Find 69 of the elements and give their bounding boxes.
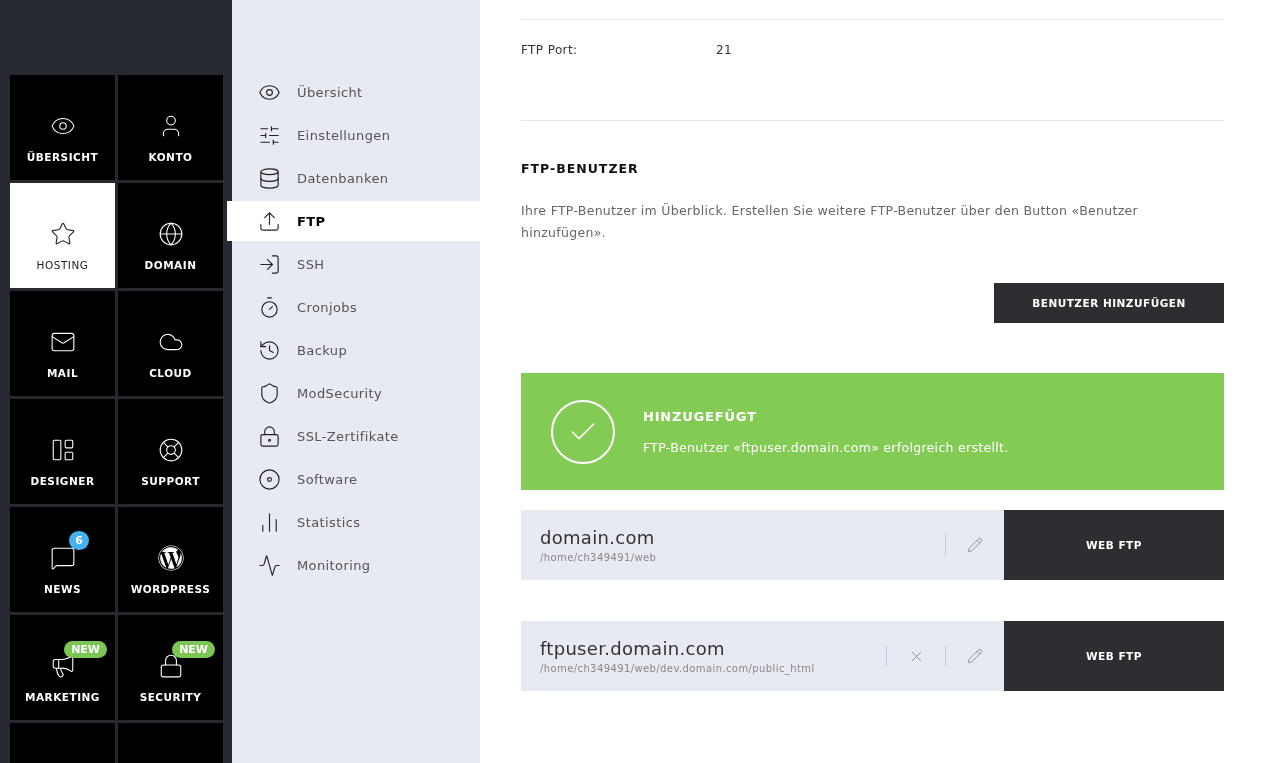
globe-icon: [157, 221, 184, 247]
nav-tile-label: MARKETING: [25, 691, 100, 703]
sub-nav-item[interactable]: Cronjobs: [232, 287, 480, 327]
nav-tile[interactable]: HOSTING: [10, 183, 115, 288]
nav-tile[interactable]: ÜBERSICHT: [10, 75, 115, 180]
sub-nav-item[interactable]: Backup: [232, 330, 480, 370]
wordpress-icon: [157, 545, 184, 571]
account-name: ftpuser.domain.com: [540, 638, 726, 659]
nav-tile[interactable]: CLOUD: [118, 291, 223, 396]
sub-nav-item[interactable]: SSH: [232, 244, 480, 284]
nav-tile-label: SUPPORT: [141, 475, 200, 487]
port-value: 21: [716, 43, 733, 57]
nav-tile-label: KONTO: [148, 151, 193, 163]
sub-nav-item[interactable]: FTP: [227, 201, 480, 241]
notice-message: FTP-Benutzer «ftpuser.domain.com» erfolgreich erstellt.: [643, 439, 1009, 455]
nav-tile[interactable]: DOMAIN: [118, 183, 223, 288]
shield-icon: [258, 381, 281, 405]
sliders-icon: [258, 123, 281, 147]
sub-nav-item[interactable]: Einstellungen: [232, 115, 480, 155]
nav-tile[interactable]: 6 NEWS: [10, 507, 115, 612]
nav-tile-label: DESIGNER: [30, 475, 95, 487]
account-path: /home/ch349491/web: [540, 552, 658, 563]
history-icon: [258, 338, 281, 362]
account-path: /home/ch349491/web/dev.domain.com/public_html: [540, 663, 816, 674]
sub-nav-item[interactable]: Software: [232, 459, 480, 499]
new-badge: NEW: [64, 641, 107, 658]
account-name: domain.com: [540, 527, 656, 548]
nav-tile-label: NEWS: [43, 583, 82, 595]
sub-nav-item[interactable]: Monitoring: [232, 545, 480, 585]
check-circle-icon: [551, 399, 615, 464]
section-heading: FTP-BENUTZER: [521, 161, 640, 176]
login-icon: [258, 252, 281, 276]
sub-nav-item[interactable]: Datenbanken: [232, 158, 480, 198]
section-description: Ihre FTP-Benutzer im Überblick. Erstellen Sie weitere FTP-Benutzer über den Button «Benutzer hinzufügen».: [521, 202, 1139, 242]
nav-tile-label: CLOUD: [149, 367, 192, 379]
nav-tile[interactable]: KONTO: [118, 75, 223, 180]
sub-nav-item[interactable]: Übersicht: [232, 72, 480, 112]
add-user-button[interactable]: BENUTZER HINZUFÜGEN: [994, 283, 1224, 323]
nav-tile-label: WORDPRESS: [130, 583, 211, 595]
new-badge: NEW: [172, 641, 215, 658]
nav-tile-label: MAIL: [46, 367, 79, 379]
nav-tile-label: DOMAIN: [144, 259, 197, 271]
nav-tile[interactable]: WORDPRESS: [118, 507, 223, 612]
nav-tile-label: HOSTING: [36, 259, 89, 271]
web-ftp-button[interactable]: WEB FTP: [1004, 510, 1224, 580]
port-label: FTP Port:: [521, 43, 579, 57]
nav-tile[interactable]: SUPPORT: [118, 399, 223, 504]
pencil-icon: [967, 537, 983, 553]
upload-icon: [258, 209, 281, 233]
disc-icon: [258, 467, 281, 491]
pencil-icon: [967, 648, 983, 664]
stopwatch-icon: [258, 295, 281, 319]
sub-nav-item[interactable]: Statistics: [232, 502, 480, 542]
speech-bubble-icon: [49, 545, 76, 571]
sub-nav-item[interactable]: ModSecurity: [232, 373, 480, 413]
nav-tile[interactable]: MAIL: [10, 291, 115, 396]
nav-tile-label: SECURITY: [139, 691, 202, 703]
notice-title: HINZUGEFÜGT: [643, 408, 758, 424]
web-ftp-button[interactable]: WEB FTP: [1004, 621, 1224, 691]
star-icon: [49, 221, 76, 247]
count-badge: 6: [69, 531, 89, 550]
nav-tile[interactable]: NEW SECURITY: [118, 615, 223, 720]
lifebuoy-icon: [157, 437, 184, 463]
database-icon: [258, 166, 281, 190]
nav-tile[interactable]: DESIGNER: [10, 399, 115, 504]
pulse-monitor-icon: [258, 553, 281, 577]
sub-nav-item[interactable]: SSL-Zertifikate: [232, 416, 480, 456]
nav-tile[interactable]: NEW MARKETING: [10, 615, 115, 720]
nav-tile-label: ÜBERSICHT: [26, 151, 99, 163]
